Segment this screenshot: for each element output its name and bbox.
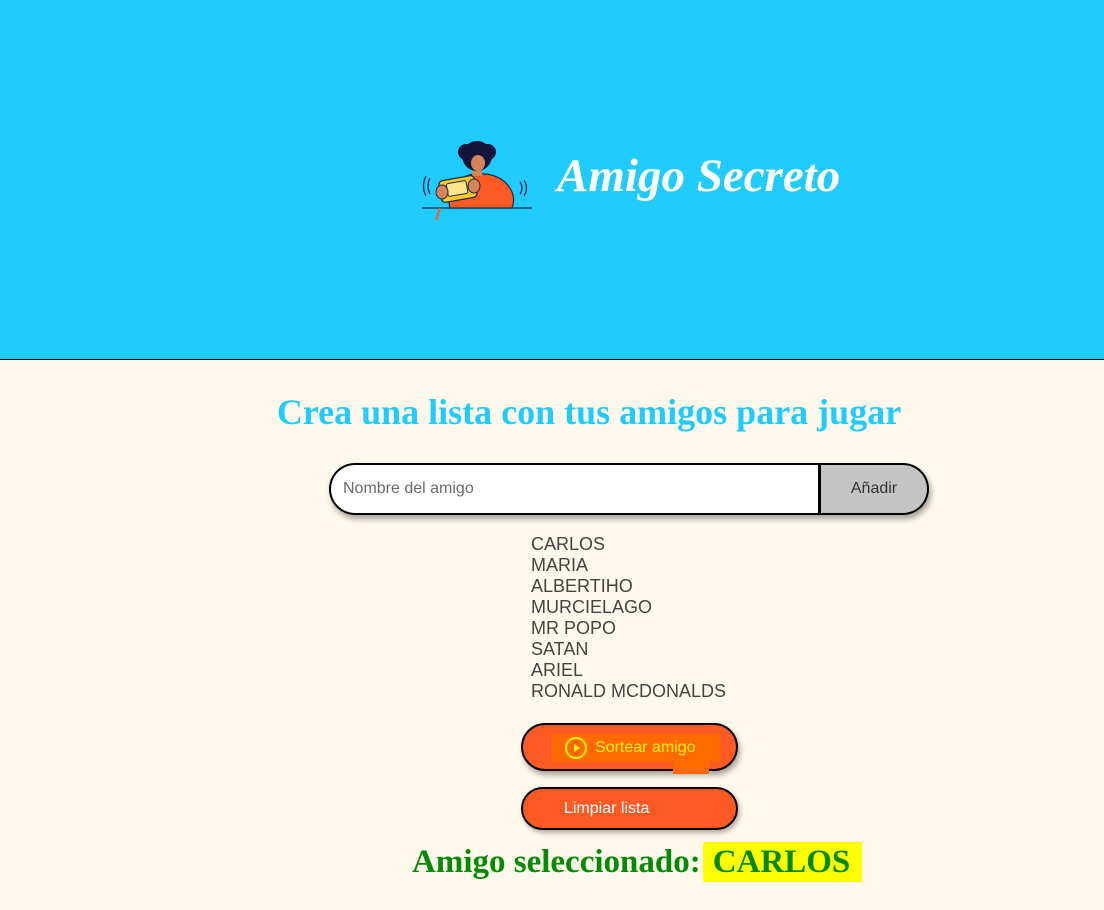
friend-list-item: MURCIELAGO: [531, 597, 653, 617]
selected-friend-name: CARLOS: [702, 842, 863, 882]
draw-button-label: Sortear amigo: [595, 739, 696, 756]
app-title: Amigo Secreto: [557, 150, 841, 202]
gamer-illustration-icon: [422, 141, 532, 221]
friend-list-item: SATAN: [531, 639, 589, 659]
friend-list-item: ARIEL: [531, 660, 584, 680]
friend-list-item: MARIA: [531, 555, 589, 575]
result-prefix: Amigo seleccionado:: [412, 844, 701, 880]
friend-list-item: RONALD MCDONALDS: [531, 681, 727, 701]
clear-button-label: Limpiar lista: [564, 800, 650, 817]
play-circle-icon: [565, 737, 587, 759]
page-header: Amigo Secreto: [0, 0, 1104, 360]
result-text: Amigo seleccionado: CARLOS: [412, 840, 863, 884]
draw-friend-button[interactable]: Sortear amigo: [521, 723, 738, 774]
add-button[interactable]: Añadir: [818, 463, 929, 515]
clear-list-button[interactable]: Limpiar lista: [521, 787, 738, 830]
friend-name-input[interactable]: [329, 463, 818, 515]
add-friend-form: Añadir: [329, 463, 929, 515]
friend-list-item: MR POPO: [531, 618, 617, 638]
highlight-mark: [673, 758, 709, 774]
section-heading: Crea una lista con tus amigos para jugar: [276, 392, 902, 432]
friend-list-item: ALBERTIHO: [531, 576, 633, 596]
friend-list-item: CARLOS: [531, 534, 606, 554]
friend-list: CARLOS MARIA ALBERTIHO MURCIELAGO MR POPO SAT…: [531, 534, 726, 702]
